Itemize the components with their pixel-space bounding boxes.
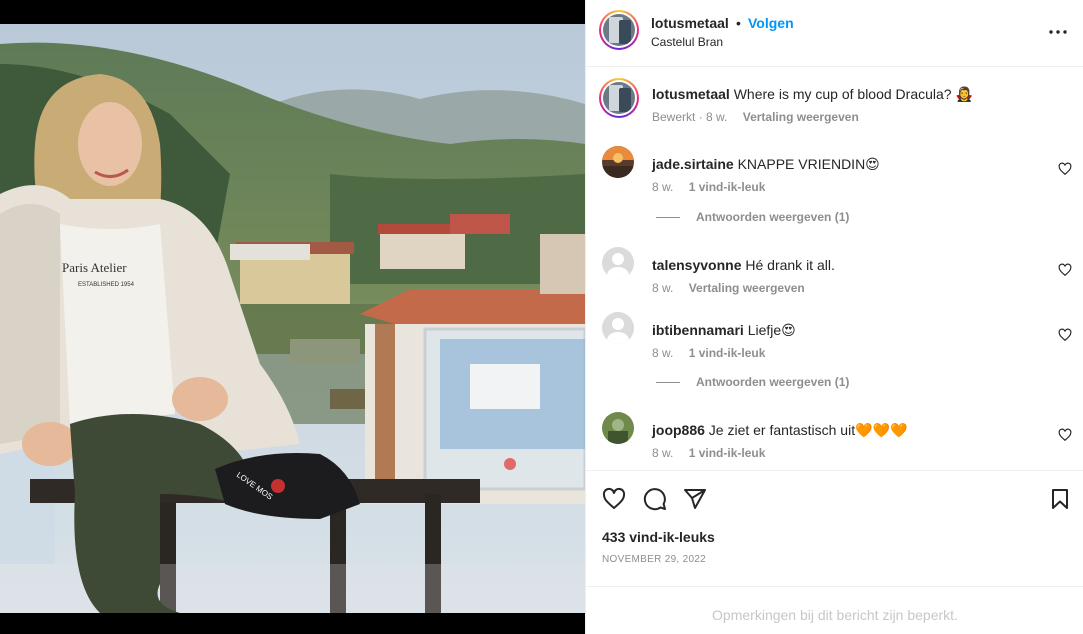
comment-time: 8 w.	[652, 446, 674, 460]
comment-text: Je ziet er fantastisch uit🧡🧡🧡	[708, 422, 908, 438]
comment-like-heart-icon[interactable]	[1058, 328, 1072, 342]
caption-username[interactable]: lotusmetaal	[652, 86, 730, 102]
post-photo[interactable]: Paris Atelier ESTABLISHED 1954 LOVE MOS	[0, 24, 585, 613]
caption-time: · 8 w.	[698, 110, 728, 124]
svg-text:Paris Atelier: Paris Atelier	[62, 260, 127, 275]
translate-button[interactable]: Vertaling weergeven	[689, 281, 805, 295]
profile-avatar[interactable]	[599, 10, 639, 50]
comments-list[interactable]: lotusmetaal Where is my cup of blood Dra…	[586, 68, 1083, 470]
post-actions: 433 vind-ik-leuks NOVEMBER 29, 2022	[586, 470, 1083, 586]
commenter-avatar[interactable]	[602, 412, 634, 444]
edited-label: Bewerkt	[652, 110, 696, 124]
location-link[interactable]: Castelul Bran	[651, 35, 723, 49]
comment-username[interactable]: jade.sirtaine	[652, 156, 734, 172]
photo-scene: Paris Atelier ESTABLISHED 1954 LOVE MOS	[0, 24, 585, 613]
header-username[interactable]: lotusmetaal	[651, 15, 729, 31]
caption-text: Where is my cup of blood Dracula? 🧛‍♀️	[733, 86, 973, 102]
post-date: NOVEMBER 29, 2022	[602, 554, 707, 565]
more-options-icon[interactable]	[1048, 22, 1068, 42]
view-replies-button[interactable]: Antwoorden weergeven (1)	[656, 210, 849, 224]
comment-icon[interactable]	[643, 487, 667, 511]
commenter-avatar[interactable]	[602, 312, 634, 344]
comment-text: KNAPPE VRIENDIN😍	[737, 156, 880, 172]
comment-row: ibtibennamari Liefje😍 8 w. 1 vind-ik-leu…	[602, 312, 1072, 362]
follow-button[interactable]: Volgen	[748, 15, 794, 31]
comment-text: Liefje😍	[747, 322, 796, 338]
post-header: lotusmetaal • Volgen Castelul Bran	[586, 0, 1083, 67]
caption-avatar[interactable]	[599, 78, 639, 118]
comment-likes-button[interactable]: 1 vind-ik-leuk	[689, 180, 766, 194]
comment-likes-button[interactable]: 1 vind-ik-leuk	[689, 446, 766, 460]
comment-text: Hé drank it all.	[745, 257, 835, 273]
view-replies-button[interactable]: Antwoorden weergeven (1)	[656, 375, 849, 389]
comment-time: 8 w.	[652, 281, 674, 295]
likes-count[interactable]: 433 vind-ik-leuks	[602, 529, 715, 545]
comment-like-heart-icon[interactable]	[1058, 263, 1072, 277]
share-icon[interactable]	[683, 487, 707, 511]
svg-text:ESTABLISHED 1954: ESTABLISHED 1954	[78, 282, 135, 288]
post-details-panel: lotusmetaal • Volgen Castelul Bran lotus…	[585, 0, 1083, 634]
comment-row: jade.sirtaine KNAPPE VRIENDIN😍 8 w. 1 vi…	[602, 146, 1072, 196]
comment-username[interactable]: joop886	[652, 422, 705, 438]
header-separator: •	[736, 15, 741, 31]
comment-time: 8 w.	[652, 180, 674, 194]
comment-username[interactable]: ibtibennamari	[652, 322, 744, 338]
comment-likes-button[interactable]: 1 vind-ik-leuk	[689, 346, 766, 360]
translate-button[interactable]: Vertaling weergeven	[743, 110, 859, 124]
post-media: Paris Atelier ESTABLISHED 1954 LOVE MOS	[0, 0, 585, 634]
commenter-avatar[interactable]	[602, 146, 634, 178]
comments-restricted-footer: Opmerkingen bij dit bericht zijn beperkt…	[586, 586, 1083, 634]
caption-row: lotusmetaal Where is my cup of blood Dra…	[599, 78, 1072, 128]
commenter-avatar[interactable]	[602, 247, 634, 279]
comment-username[interactable]: talensyvonne	[652, 257, 741, 273]
comments-restricted-text: Opmerkingen bij dit bericht zijn beperkt…	[712, 607, 958, 623]
comment-like-heart-icon[interactable]	[1058, 162, 1072, 176]
bookmark-icon[interactable]	[1048, 487, 1072, 511]
comment-like-heart-icon[interactable]	[1058, 428, 1072, 442]
comment-row: joop886 Je ziet er fantastisch uit🧡🧡🧡 8 …	[602, 412, 1072, 462]
comment-time: 8 w.	[652, 346, 674, 360]
heart-icon[interactable]	[602, 487, 626, 511]
comment-row: talensyvonne Hé drank it all. 8 w. Verta…	[602, 247, 1072, 297]
